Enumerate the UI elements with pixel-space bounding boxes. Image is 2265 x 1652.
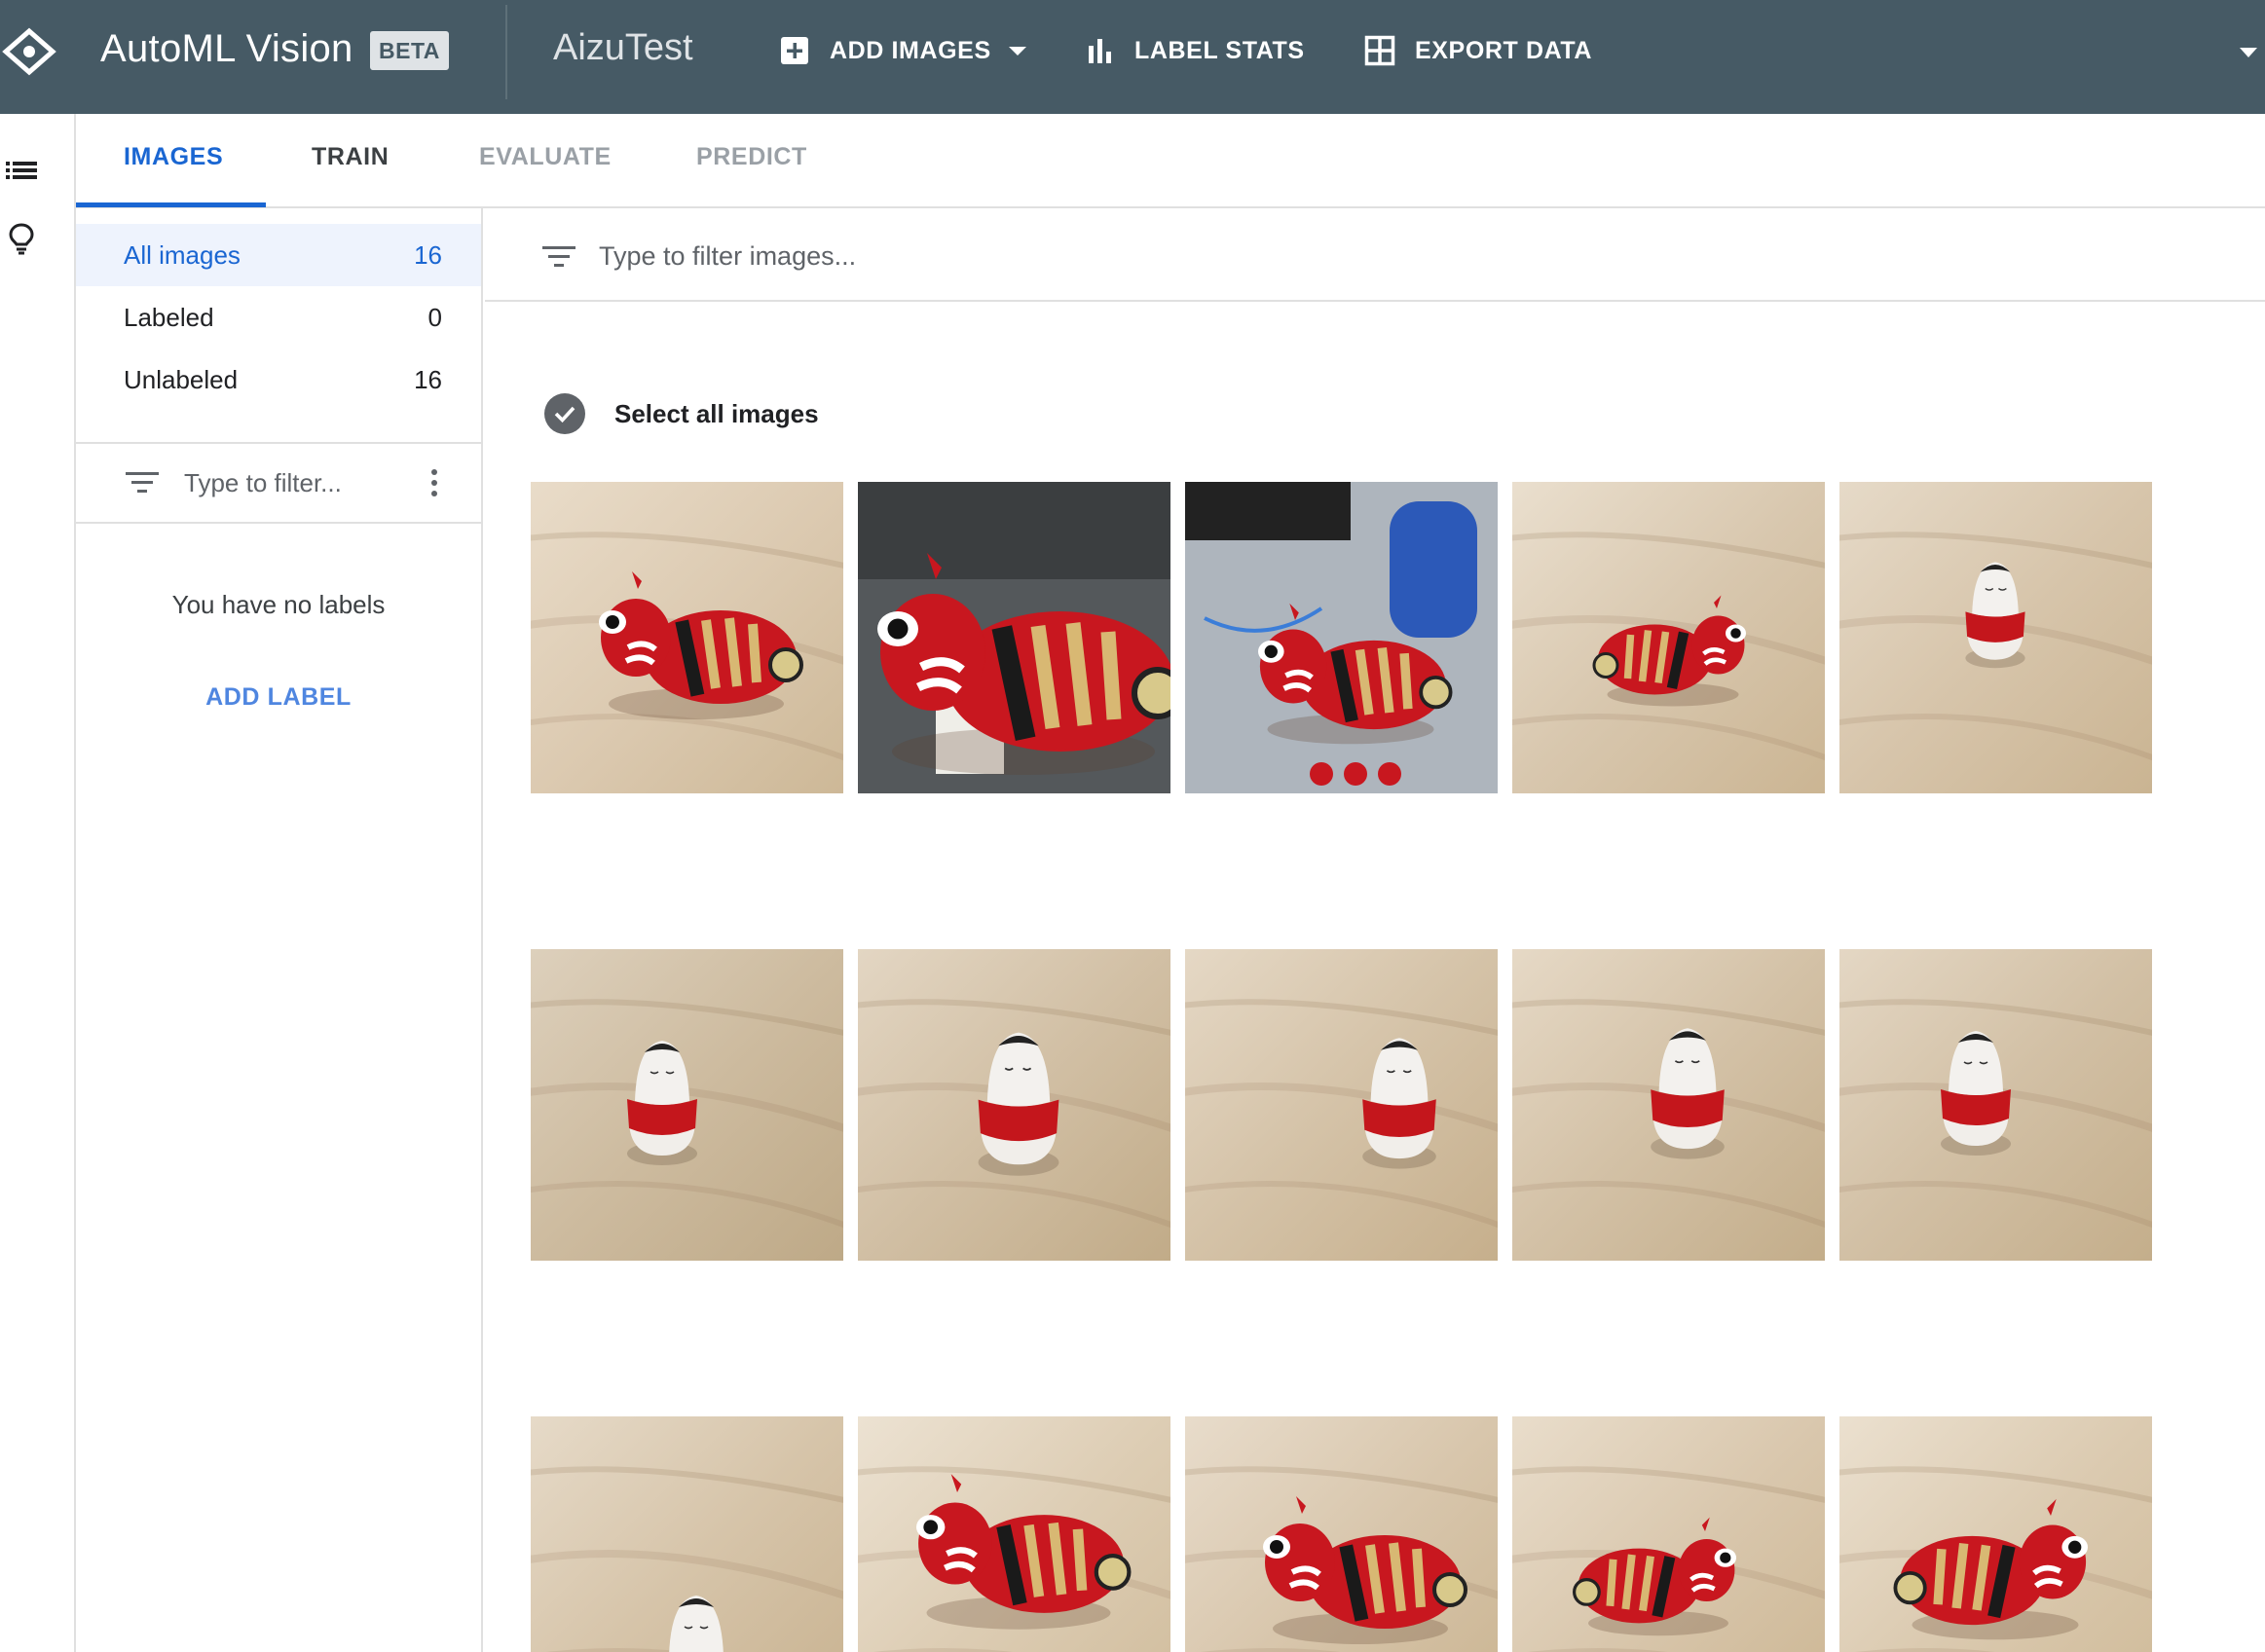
image-thumbnail[interactable]: [531, 482, 843, 793]
filter-count: 16: [414, 364, 442, 394]
image-thumbnail[interactable]: [1185, 1416, 1498, 1652]
image-thumbnail[interactable]: [858, 482, 1170, 793]
image-thumbnail[interactable]: [858, 949, 1170, 1261]
thumbnail-image: [1839, 482, 2152, 793]
thumbnail-image: [531, 482, 843, 793]
label-stats-button[interactable]: LABEL STATS: [1086, 29, 1305, 72]
panel-divider: [76, 522, 481, 524]
filter-label: All images: [124, 239, 241, 270]
image-thumbnail[interactable]: [1512, 1416, 1825, 1652]
thumbnail-image: [1185, 1416, 1498, 1652]
filter-unlabeled[interactable]: Unlabeled 16: [76, 349, 481, 411]
header-divider: [505, 5, 507, 99]
empty-labels-message: You have no labels: [171, 590, 386, 619]
app-title: AutoML Vision: [100, 27, 353, 70]
add-label-button[interactable]: ADD LABEL: [76, 683, 481, 712]
select-all-images[interactable]: Select all images: [544, 393, 819, 434]
image-thumbnail[interactable]: [1839, 1416, 2152, 1652]
filter-label: Unlabeled: [124, 364, 239, 394]
thumbnail-image: [1185, 482, 1498, 793]
left-rail: [0, 114, 76, 1652]
thumbnail-image: [1839, 1416, 2152, 1652]
image-thumbnail[interactable]: [1185, 482, 1498, 793]
image-thumbnail[interactable]: [1839, 949, 2152, 1261]
tab-train[interactable]: TRAIN: [312, 143, 389, 171]
filter-all-images[interactable]: All images 16: [76, 224, 481, 286]
filter-label: Labeled: [124, 302, 214, 332]
thumbnail-image: [1839, 949, 2152, 1261]
more-vert-icon[interactable]: [428, 467, 440, 498]
active-tab-indicator: [76, 202, 266, 207]
add-images-label: ADD IMAGES: [830, 36, 991, 64]
filter-count: 16: [414, 239, 442, 270]
add-images-button[interactable]: ADD IMAGES: [779, 29, 1026, 72]
label-filter-bar: [76, 444, 481, 522]
filter-labeled[interactable]: Labeled 0: [76, 286, 481, 349]
image-thumbnail[interactable]: [531, 1416, 843, 1652]
image-thumbnail[interactable]: [1839, 482, 2152, 793]
label-filter-input[interactable]: [184, 463, 398, 502]
thumbnail-image: [1512, 949, 1825, 1261]
add-box-icon: [781, 37, 808, 64]
account-menu-caret-icon[interactable]: [2240, 48, 2257, 57]
thumbnail-image: [858, 949, 1170, 1261]
tab-images[interactable]: IMAGES: [124, 143, 223, 171]
automl-logo-icon[interactable]: [2, 27, 56, 76]
tab-evaluate[interactable]: EVALUATE: [479, 143, 612, 171]
image-filter-bar: [485, 208, 2265, 302]
label-stats-label: LABEL STATS: [1134, 36, 1305, 64]
image-thumbnail[interactable]: [1185, 949, 1498, 1261]
section-tabs: IMAGES TRAIN EVALUATE PREDICT: [76, 114, 2265, 208]
bar-chart-icon: [1089, 39, 1111, 63]
thumbnail-image: [858, 482, 1170, 793]
project-name[interactable]: AizuTest: [553, 27, 693, 69]
image-thumbnail[interactable]: [858, 1416, 1170, 1652]
thumbnail-image: [1185, 949, 1498, 1261]
grid-icon: [1364, 35, 1395, 66]
thumbnail-image: [1512, 1416, 1825, 1652]
thumbnail-image: [858, 1416, 1170, 1652]
beta-badge: BETA: [370, 31, 449, 70]
image-filter-input[interactable]: [599, 236, 1183, 276]
filter-count: 0: [427, 302, 442, 332]
thumbnail-image: [1512, 482, 1825, 793]
tab-predict[interactable]: PREDICT: [696, 143, 807, 171]
list-icon[interactable]: [4, 153, 39, 188]
lightbulb-icon[interactable]: [4, 221, 39, 256]
chevron-down-icon: [1008, 46, 1026, 55]
thumbnail-image: [531, 949, 843, 1261]
export-data-button[interactable]: EXPORT DATA: [1364, 29, 1592, 72]
image-thumbnail[interactable]: [1512, 482, 1825, 793]
image-thumbnail[interactable]: [1512, 949, 1825, 1261]
filter-list-icon: [126, 472, 159, 493]
select-all-label: Select all images: [614, 398, 819, 428]
filter-list-icon: [542, 246, 576, 267]
label-panel: All images 16 Labeled 0 Unlabeled 16 You…: [76, 208, 483, 1652]
thumbnail-image: [531, 1416, 843, 1652]
app-header: AutoML Vision BETA AizuTest ADD IMAGES L…: [0, 0, 2265, 114]
check-circle-icon: [544, 393, 585, 434]
export-data-label: EXPORT DATA: [1415, 36, 1593, 64]
image-thumbnail[interactable]: [531, 949, 843, 1261]
